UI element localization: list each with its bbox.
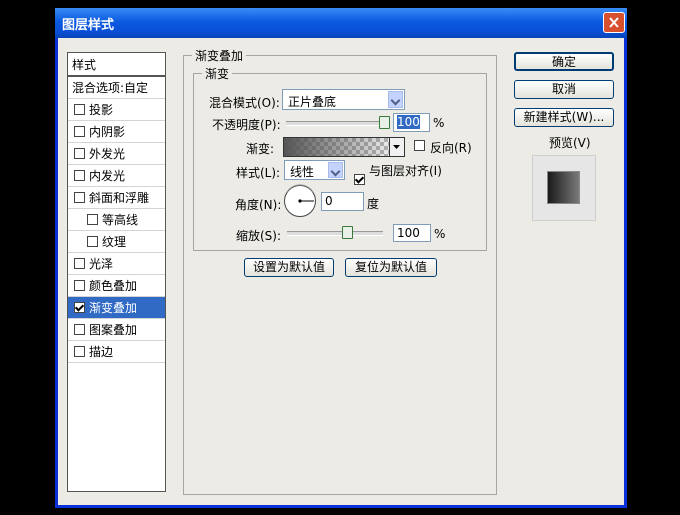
sidebar-item-label: 颜色叠加 bbox=[89, 279, 138, 293]
sidebar-item-checkbox[interactable] bbox=[74, 280, 85, 291]
sidebar-item[interactable]: 光泽 bbox=[68, 253, 165, 275]
preview-swatch bbox=[547, 171, 580, 204]
sidebar-item-checkbox[interactable] bbox=[74, 170, 85, 181]
reverse-label: 反向(R) bbox=[430, 141, 472, 155]
opacity-label: 不透明度(P): bbox=[212, 118, 281, 132]
sidebar-item[interactable]: 等高线 bbox=[68, 209, 165, 231]
sidebar-item[interactable]: 图案叠加 bbox=[68, 319, 165, 341]
sidebar-item-checkbox[interactable] bbox=[74, 148, 85, 159]
opacity-value: 100 bbox=[397, 115, 420, 129]
title-bar[interactable] bbox=[55, 8, 627, 38]
chevron-down-icon bbox=[328, 162, 343, 178]
sidebar-item[interactable]: 斜面和浮雕 bbox=[68, 187, 165, 209]
sidebar-item-checkbox[interactable] bbox=[87, 214, 98, 225]
sidebar-item[interactable]: 内发光 bbox=[68, 165, 165, 187]
styles-header-label: 样式 bbox=[72, 57, 97, 72]
sidebar-item-label: 混合选项:自定 bbox=[72, 81, 149, 95]
sidebar-item-checkbox[interactable] bbox=[74, 324, 85, 335]
style-label: 样式(L): bbox=[236, 166, 281, 180]
angle-label: 角度(N): bbox=[235, 198, 282, 212]
scale-slider-thumb[interactable] bbox=[342, 226, 353, 239]
angle-dial-icon bbox=[284, 184, 316, 217]
sidebar-item-label: 描边 bbox=[89, 345, 114, 359]
sidebar-item-label: 纹理 bbox=[102, 235, 127, 249]
gradient-label: 渐变: bbox=[246, 142, 275, 156]
sidebar-item-checkbox[interactable] bbox=[87, 236, 98, 247]
new-style-button[interactable]: 新建样式(W)... bbox=[514, 108, 614, 127]
angle-dial[interactable] bbox=[283, 184, 317, 218]
sidebar-item-label: 内发光 bbox=[89, 169, 126, 183]
sidebar-item[interactable]: 投影 bbox=[68, 99, 165, 121]
make-default-button[interactable]: 设置为默认值 bbox=[244, 258, 334, 277]
sidebar-item-label: 渐变叠加 bbox=[89, 301, 138, 315]
style-value: 线性 bbox=[290, 165, 315, 179]
align-with-layer-label: 与图层对齐(I) bbox=[369, 164, 442, 178]
scale-unit: % bbox=[434, 227, 446, 241]
sidebar-item[interactable]: 混合选项:自定 bbox=[68, 77, 165, 99]
scale-slider[interactable] bbox=[287, 231, 383, 236]
sidebar-item-label: 图案叠加 bbox=[89, 323, 138, 337]
opacity-slider-thumb[interactable] bbox=[379, 116, 390, 129]
style-dropdown[interactable]: 线性 bbox=[284, 160, 345, 180]
sidebar-item-label: 外发光 bbox=[89, 147, 126, 161]
sidebar-item[interactable]: 颜色叠加 bbox=[68, 275, 165, 297]
opacity-slider[interactable] bbox=[286, 121, 384, 126]
sidebar-item[interactable]: 内阴影 bbox=[68, 121, 165, 143]
angle-input[interactable]: 0 bbox=[321, 192, 364, 211]
sidebar-item-checkbox[interactable] bbox=[74, 302, 85, 313]
triangle-down-icon bbox=[393, 145, 400, 149]
reset-default-button[interactable]: 复位为默认值 bbox=[345, 258, 437, 277]
sidebar-item[interactable]: 描边 bbox=[68, 341, 165, 363]
cancel-button[interactable]: 取消 bbox=[514, 80, 614, 99]
opacity-input[interactable]: 100 bbox=[393, 113, 430, 132]
styles-list: 样式 混合选项:自定投影内阴影外发光内发光斜面和浮雕等高线纹理光泽颜色叠加渐变叠… bbox=[67, 52, 166, 492]
close-icon bbox=[609, 17, 619, 28]
sidebar-item-label: 投影 bbox=[89, 103, 114, 117]
scale-label: 缩放(S): bbox=[236, 229, 282, 243]
sidebar-item-label: 斜面和浮雕 bbox=[89, 191, 150, 205]
ok-button[interactable]: 确定 bbox=[514, 52, 614, 71]
reverse-checkbox[interactable] bbox=[414, 140, 425, 151]
sidebar-item-label: 内阴影 bbox=[89, 125, 126, 139]
gradient-dropdown-button[interactable] bbox=[389, 138, 404, 156]
sidebar-item-checkbox[interactable] bbox=[74, 192, 85, 203]
sidebar-item[interactable]: 渐变叠加 bbox=[68, 297, 165, 319]
sidebar-item-label: 等高线 bbox=[102, 213, 139, 227]
preview-label: 预览(V) bbox=[549, 136, 591, 150]
sidebar-item[interactable]: 外发光 bbox=[68, 143, 165, 165]
gradient-overlay-title: 渐变叠加 bbox=[195, 49, 244, 63]
align-with-layer-checkbox[interactable] bbox=[354, 174, 365, 185]
sidebar-item-checkbox[interactable] bbox=[74, 346, 85, 357]
gradient-group-title: 渐变 bbox=[205, 67, 230, 81]
blend-mode-dropdown[interactable]: 正片叠底 bbox=[282, 89, 405, 110]
sidebar-item-checkbox[interactable] bbox=[74, 258, 85, 269]
window-title: 图层样式 bbox=[62, 18, 115, 33]
blend-mode-label: 混合模式(O): bbox=[209, 96, 280, 110]
styles-header[interactable]: 样式 bbox=[68, 53, 165, 77]
sidebar-item-label: 光泽 bbox=[89, 257, 114, 271]
scale-input[interactable]: 100 bbox=[393, 224, 431, 242]
close-button[interactable] bbox=[603, 12, 625, 33]
sidebar-item-checkbox[interactable] bbox=[74, 126, 85, 137]
angle-unit: 度 bbox=[367, 197, 380, 211]
sidebar-item-checkbox[interactable] bbox=[74, 104, 85, 115]
opacity-unit: % bbox=[433, 116, 445, 130]
sidebar-item[interactable]: 纹理 bbox=[68, 231, 165, 253]
blend-mode-value: 正片叠底 bbox=[288, 95, 337, 109]
gradient-picker[interactable] bbox=[283, 137, 405, 157]
chevron-down-icon bbox=[388, 91, 403, 108]
